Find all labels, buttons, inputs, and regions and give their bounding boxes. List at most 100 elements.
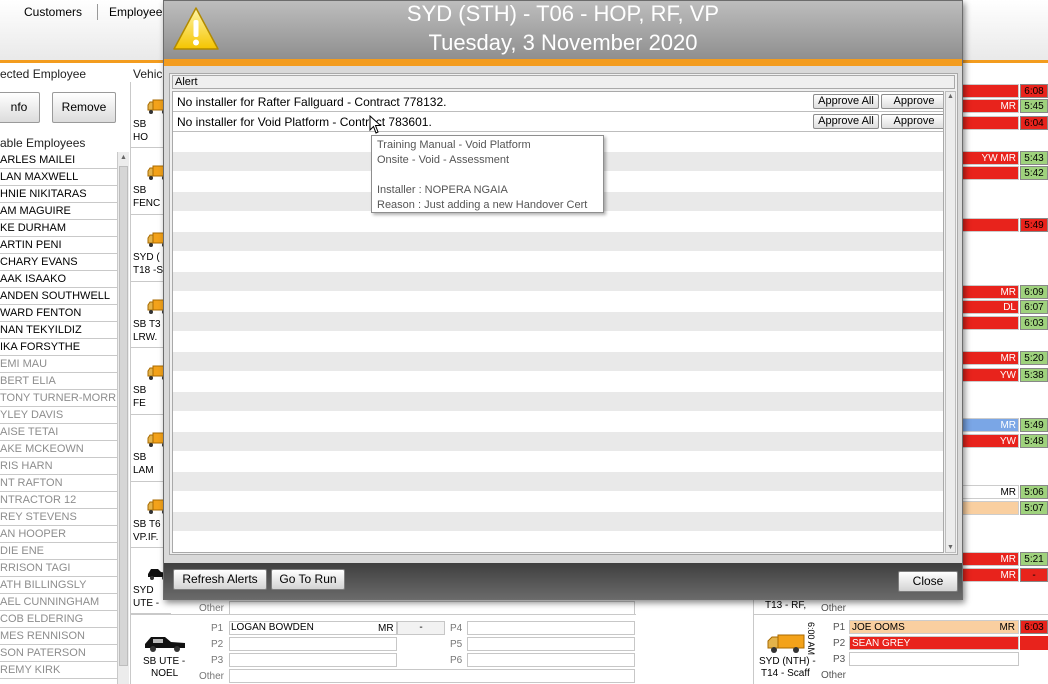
empty-alert-row[interactable] bbox=[173, 232, 943, 252]
other-field-2[interactable] bbox=[229, 669, 635, 683]
employee-list-item[interactable]: AM MAGUIRE bbox=[0, 203, 117, 220]
status-time[interactable]: 6:09 bbox=[1020, 285, 1048, 299]
remove-button[interactable]: Remove bbox=[52, 92, 116, 123]
status-time[interactable]: 5:49 bbox=[1020, 418, 1048, 432]
employee-list-item[interactable]: IKA FORSYTHE bbox=[0, 339, 117, 356]
syd-nth-p3-field[interactable] bbox=[849, 652, 1019, 666]
go-to-run-button[interactable]: Go To Run bbox=[271, 569, 345, 590]
p3-field[interactable] bbox=[229, 653, 397, 667]
status-time[interactable]: 5:49 bbox=[1020, 218, 1048, 232]
p1-time[interactable]: - bbox=[397, 621, 445, 635]
employee-list-item[interactable]: COB ELDERING bbox=[0, 611, 117, 628]
empty-alert-row[interactable] bbox=[173, 392, 943, 412]
empty-alert-row[interactable] bbox=[173, 472, 943, 492]
empty-alert-row[interactable] bbox=[173, 452, 943, 472]
alert-row[interactable]: No installer for Rafter Fallguard - Cont… bbox=[173, 92, 943, 112]
empty-alert-row[interactable] bbox=[173, 332, 943, 352]
employee-list-item[interactable]: ANDEN SOUTHWELL bbox=[0, 288, 117, 305]
p1-field[interactable]: LOGAN BOWDEN bbox=[229, 621, 397, 635]
sean-grey-name: SEAN GREY bbox=[852, 638, 911, 649]
approve-button[interactable]: Approve bbox=[881, 94, 943, 109]
status-time[interactable]: 6:07 bbox=[1020, 300, 1048, 314]
employee-list-item[interactable]: YLEY DAVIS bbox=[0, 407, 117, 424]
status-time[interactable]: 5:21 bbox=[1020, 552, 1048, 566]
alert-grid-scrollbar[interactable]: ▲ ▼ bbox=[945, 91, 956, 553]
employee-list-item[interactable]: CHARY EVANS bbox=[0, 254, 117, 271]
empty-alert-row[interactable] bbox=[173, 312, 943, 332]
status-time[interactable]: 5:06 bbox=[1020, 485, 1048, 499]
p6-field[interactable] bbox=[467, 653, 635, 667]
p5-field[interactable] bbox=[467, 637, 635, 651]
employee-list-item[interactable]: AEL CUNNINGHAM bbox=[0, 594, 117, 611]
status-time[interactable]: 5:43 bbox=[1020, 151, 1048, 165]
empty-alert-row[interactable] bbox=[173, 432, 943, 452]
menu-customers[interactable]: Customers bbox=[24, 5, 82, 19]
employee-list-item[interactable]: LAN MAXWELL bbox=[0, 169, 117, 186]
status-time[interactable]: - bbox=[1020, 568, 1048, 582]
empty-alert-row[interactable] bbox=[173, 412, 943, 432]
empty-alert-row[interactable] bbox=[173, 212, 943, 232]
employee-list-item[interactable]: AAK ISAAKO bbox=[0, 271, 117, 288]
menu-employees[interactable]: Employee bbox=[109, 5, 162, 19]
status-time[interactable]: 5:45 bbox=[1020, 99, 1048, 113]
employee-list-item[interactable]: NTRACTOR 12 bbox=[0, 492, 117, 509]
status-time[interactable]: 5:42 bbox=[1020, 166, 1048, 180]
scroll-up-icon[interactable]: ▲ bbox=[947, 93, 954, 100]
employee-list-item[interactable]: ARLES MAILEI bbox=[0, 152, 117, 169]
info-button[interactable]: nfo bbox=[0, 92, 40, 123]
empty-alert-row[interactable] bbox=[173, 372, 943, 392]
status-time[interactable]: 5:07 bbox=[1020, 501, 1048, 515]
employee-list-item[interactable]: REY STEVENS bbox=[0, 509, 117, 526]
employee-list-item[interactable]: RRISON TAGI bbox=[0, 560, 117, 577]
p4-field[interactable] bbox=[467, 621, 635, 635]
empty-alert-row[interactable] bbox=[173, 532, 943, 552]
refresh-alerts-button[interactable]: Refresh Alerts bbox=[173, 569, 267, 590]
p2-field[interactable] bbox=[229, 637, 397, 651]
scroll-down-icon[interactable]: ▼ bbox=[947, 544, 954, 551]
employee-list-item[interactable]: BERT ELIA bbox=[0, 373, 117, 390]
scroll-up-icon[interactable]: ▲ bbox=[120, 154, 127, 161]
status-time[interactable]: 5:48 bbox=[1020, 434, 1048, 448]
joe-ooms-slot[interactable]: JOE OOMS MR bbox=[849, 620, 1019, 634]
employee-list-item[interactable]: NT RAFTON bbox=[0, 475, 117, 492]
employee-list-item[interactable]: ARTIN PENI bbox=[0, 237, 117, 254]
employee-list-item[interactable]: TONY TURNER-MORRIS bbox=[0, 390, 117, 407]
employee-list-item[interactable]: AN HOOPER bbox=[0, 526, 117, 543]
employee-list-item[interactable]: AKE MCKEOWN bbox=[0, 441, 117, 458]
employee-list-item[interactable]: NAN TEKYILDIZ bbox=[0, 322, 117, 339]
employee-list-item[interactable]: SON PATERSON bbox=[0, 645, 117, 662]
sean-grey-slot[interactable]: SEAN GREY bbox=[849, 636, 1019, 650]
employee-list-item[interactable]: EMI MAU bbox=[0, 356, 117, 373]
approve-all-button[interactable]: Approve All bbox=[813, 114, 879, 129]
employee-list-item[interactable]: RIS HARN bbox=[0, 458, 117, 475]
employee-list-item[interactable]: AISE TETAI bbox=[0, 424, 117, 441]
available-employees-list[interactable]: ARLES MAILEI LAN MAXWELL HNIE NIKITARAS AM … bbox=[0, 152, 117, 684]
empty-alert-row[interactable] bbox=[173, 252, 943, 272]
employee-list-item[interactable]: ATH BILLINGSLY bbox=[0, 577, 117, 594]
employee-list-item[interactable]: MES RENNISON bbox=[0, 628, 117, 645]
employee-list-item[interactable]: KE DURHAM bbox=[0, 220, 117, 237]
joe-ooms-time[interactable]: 6:03 bbox=[1020, 620, 1048, 634]
employee-list-item[interactable]: HNIE NIKITARAS bbox=[0, 186, 117, 203]
empty-alert-row[interactable] bbox=[173, 492, 943, 512]
alert-row[interactable]: No installer for Void Platform - Contrac… bbox=[173, 112, 943, 132]
status-time[interactable]: 6:04 bbox=[1020, 116, 1048, 130]
status-time[interactable]: 5:20 bbox=[1020, 351, 1048, 365]
status-time[interactable]: 5:38 bbox=[1020, 368, 1048, 382]
status-time[interactable]: 6:08 bbox=[1020, 84, 1048, 98]
employee-list-item[interactable]: DIE ENE bbox=[0, 543, 117, 560]
scroll-thumb[interactable] bbox=[119, 166, 128, 666]
empty-alert-row[interactable] bbox=[173, 352, 943, 372]
approve-button[interactable]: Approve bbox=[881, 114, 943, 129]
sean-grey-time[interactable] bbox=[1020, 636, 1048, 650]
approve-all-button[interactable]: Approve All bbox=[813, 94, 879, 109]
close-button[interactable]: Close bbox=[898, 571, 958, 592]
employee-list-item[interactable]: WARD FENTON bbox=[0, 305, 117, 322]
other-field[interactable] bbox=[229, 601, 635, 615]
empty-alert-row[interactable] bbox=[173, 512, 943, 532]
employee-list-item[interactable]: REMY KIRK bbox=[0, 662, 117, 679]
status-time[interactable]: 6:03 bbox=[1020, 316, 1048, 330]
empty-alert-row[interactable] bbox=[173, 272, 943, 292]
employee-list-scrollbar[interactable]: ▲ bbox=[117, 152, 129, 684]
empty-alert-row[interactable] bbox=[173, 292, 943, 312]
